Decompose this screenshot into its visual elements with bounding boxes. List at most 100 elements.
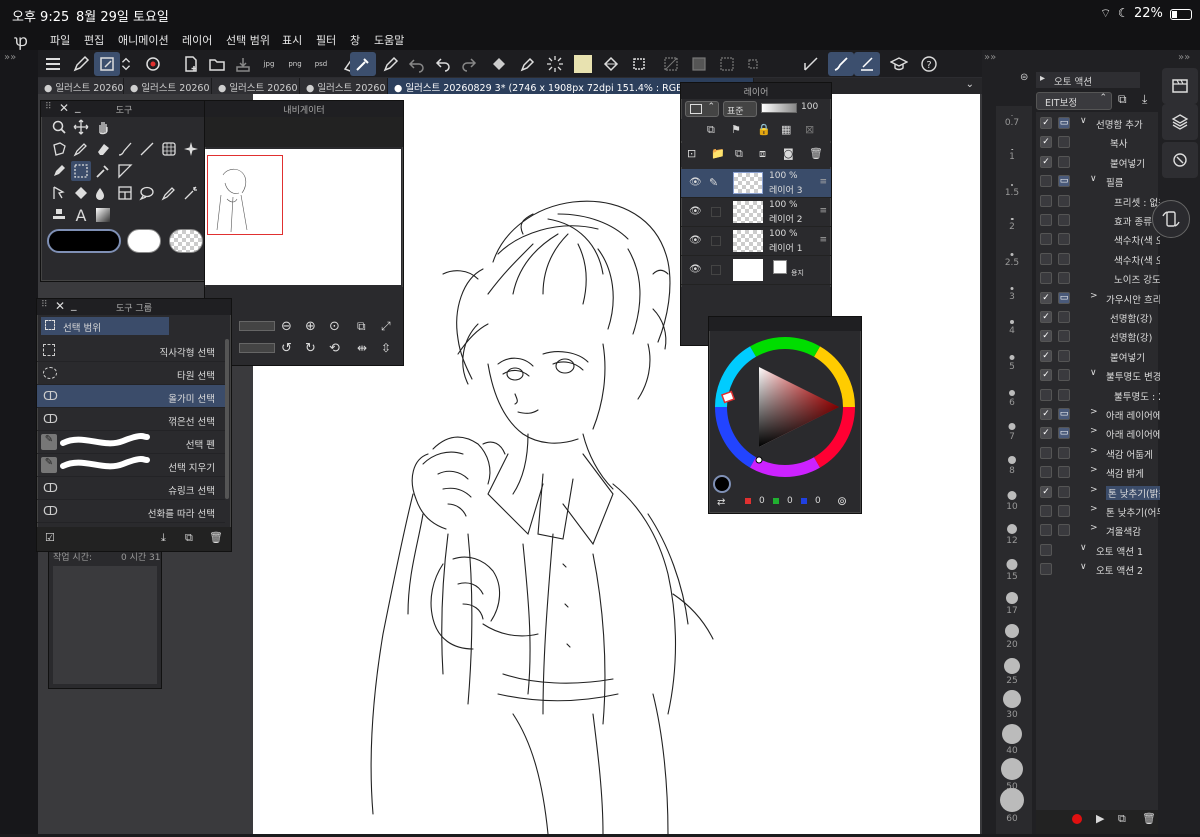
brush-size-label[interactable]: 1.5 xyxy=(996,188,1028,198)
auto-action-row[interactable]: ▭ ∨ 필름 xyxy=(1036,172,1160,191)
dialog-checkbox[interactable] xyxy=(1058,446,1070,459)
pen-mode-icon[interactable] xyxy=(68,52,94,76)
eye-icon[interactable]: 👁 xyxy=(689,235,702,246)
actual-size-icon[interactable]: ⊙ xyxy=(329,319,340,334)
dock-collapse-icon[interactable]: »» xyxy=(4,52,16,63)
enable-checkbox[interactable] xyxy=(1040,466,1052,479)
enable-checkbox[interactable] xyxy=(1040,543,1052,556)
export-jpg-icon[interactable]: jpg xyxy=(256,52,282,76)
dialog-checkbox[interactable] xyxy=(1058,272,1070,285)
zoom-in-icon[interactable]: ⊕ xyxy=(305,319,316,334)
opacity-slider[interactable] xyxy=(761,103,797,113)
layer-row[interactable]: 👁 용지 xyxy=(681,256,831,285)
brush-size-dot[interactable] xyxy=(1010,217,1014,220)
select-all-icon[interactable] xyxy=(714,52,740,76)
menu-help[interactable]: 도움말 xyxy=(374,32,404,48)
auto-action-row[interactable]: ✓ ▭ > 아래 레이어에 xyxy=(1036,424,1160,443)
sub-tool-item[interactable]: 직사각형 선택 xyxy=(37,339,225,362)
brush-size-dot[interactable] xyxy=(1010,253,1014,256)
brush-size-dot[interactable] xyxy=(1006,559,1018,570)
rotate-slider[interactable] xyxy=(239,343,275,353)
fill-bucket-icon[interactable] xyxy=(598,52,624,76)
brush-size-label[interactable]: 25 xyxy=(996,676,1028,686)
eyedropper-toolbar-icon[interactable] xyxy=(350,52,376,76)
export-png-icon[interactable]: png xyxy=(282,52,308,76)
selection-tool-icon[interactable] xyxy=(71,161,91,181)
enable-checkbox[interactable]: ✓ xyxy=(1040,427,1052,440)
brush-size-dot[interactable] xyxy=(1008,423,1016,430)
crop-icon[interactable] xyxy=(740,52,766,76)
pen-toolbar-icon[interactable] xyxy=(378,52,404,76)
brush-size-label[interactable]: 40 xyxy=(996,746,1028,756)
eye-icon[interactable]: 👁 xyxy=(689,177,702,188)
sub-tool-scrollbar[interactable] xyxy=(225,339,229,499)
chevron-down-icon[interactable]: ∨ xyxy=(1080,562,1087,572)
dialog-checkbox[interactable] xyxy=(1058,155,1070,168)
brush-size-dot[interactable] xyxy=(1007,491,1017,500)
auto-action-row[interactable]: 불투명도 : 20 xyxy=(1036,386,1160,405)
enable-checkbox[interactable] xyxy=(1040,194,1052,207)
enable-checkbox[interactable] xyxy=(1040,505,1052,517)
auto-action-row[interactable]: > 겨울색감 xyxy=(1036,521,1160,540)
tutorial-hat-icon[interactable] xyxy=(886,52,912,76)
tab-document-4[interactable]: ● 일러스트 20260 xyxy=(300,78,388,94)
layer-mask-icon[interactable]: ◙ xyxy=(783,147,794,160)
chevron-down-icon[interactable]: ∨ xyxy=(1080,116,1087,126)
brush-size-label[interactable]: 4 xyxy=(996,326,1028,336)
chevron-right-icon[interactable]: > xyxy=(1090,504,1098,514)
edit-mode-icon[interactable] xyxy=(94,52,120,76)
pen-snap-icon[interactable] xyxy=(854,52,880,76)
menu-layer[interactable]: 레이어 xyxy=(182,32,212,48)
line-tool-icon[interactable] xyxy=(137,139,157,159)
brush-size-label[interactable]: 12 xyxy=(996,536,1028,546)
enable-checkbox[interactable] xyxy=(1040,252,1052,265)
layer-row[interactable]: 👁 100 % 레이어 1 ≡ xyxy=(681,227,831,256)
color-wheel[interactable] xyxy=(709,333,861,485)
side-history-icon[interactable] xyxy=(1162,142,1198,178)
navigator-preview[interactable] xyxy=(205,149,401,285)
auto-action-row[interactable]: ✓ ∨ 불투명도 변경 xyxy=(1036,366,1160,385)
chevron-right-icon[interactable]: > xyxy=(1090,426,1098,436)
brush-tool-icon[interactable] xyxy=(115,139,135,159)
auto-action-row[interactable]: > 색감 어둡게 xyxy=(1036,444,1160,463)
current-color-swatch[interactable] xyxy=(713,475,731,493)
tab-document-2[interactable]: ● 일러스트 20260 xyxy=(124,78,212,94)
chevron-right-icon[interactable]: > xyxy=(1090,291,1098,301)
dialog-checkbox[interactable] xyxy=(1058,136,1070,149)
zoom-out-icon[interactable]: ⊖ xyxy=(281,319,292,334)
auto-action-row[interactable]: 색수차(색 오 xyxy=(1036,250,1160,269)
auto-action-row[interactable]: ✓ 복사 xyxy=(1036,133,1160,152)
chevron-right-icon[interactable]: > xyxy=(1090,485,1098,495)
delete-layer-icon[interactable]: 🗑 xyxy=(809,147,823,160)
new-raster-layer-icon[interactable]: ⊡ xyxy=(687,147,696,160)
sub-tool-item[interactable]: ✎ 선택 지우기 xyxy=(37,454,225,477)
chevron-down-icon[interactable]: ∨ xyxy=(1090,174,1097,184)
brush-size-dot[interactable] xyxy=(1000,788,1024,812)
menu-animation[interactable]: 애니메이션 xyxy=(118,32,169,48)
layer-menu-icon[interactable]: ≡ xyxy=(819,206,827,216)
undo-alt-icon[interactable] xyxy=(430,52,456,76)
dialog-checkbox[interactable] xyxy=(1058,524,1070,537)
fill-tool-icon[interactable] xyxy=(71,183,91,203)
sub-tool-item[interactable]: ↀ 슈링크 선택 xyxy=(37,477,225,500)
fit-screen-icon[interactable]: ⤢ xyxy=(381,319,391,334)
enable-checkbox[interactable] xyxy=(1040,563,1052,576)
enable-checkbox[interactable]: ✓ xyxy=(1040,155,1052,168)
enable-checkbox[interactable]: ✓ xyxy=(1040,369,1052,382)
sparkle-tool-icon[interactable] xyxy=(181,139,201,159)
panel-tool-icon[interactable] xyxy=(115,183,135,203)
brush-size-dot[interactable] xyxy=(1007,524,1017,534)
dialog-checkbox[interactable] xyxy=(1058,369,1070,382)
export-psd-icon[interactable]: psd xyxy=(308,52,334,76)
dialog-checkbox[interactable] xyxy=(1058,466,1070,479)
hamburger-icon[interactable] xyxy=(40,52,66,76)
fill-icon[interactable] xyxy=(486,52,512,76)
record-icon[interactable] xyxy=(1072,814,1082,824)
brush-size-dot[interactable] xyxy=(1010,320,1014,324)
magic-wand-icon[interactable] xyxy=(181,183,201,203)
edit-box-icon[interactable] xyxy=(711,265,721,275)
blend-tool-icon[interactable] xyxy=(93,183,113,203)
brush-size-dot[interactable] xyxy=(1004,658,1020,674)
swap-icon[interactable]: ⇄ xyxy=(717,497,725,508)
eyedropper-tool-icon[interactable] xyxy=(93,161,113,181)
